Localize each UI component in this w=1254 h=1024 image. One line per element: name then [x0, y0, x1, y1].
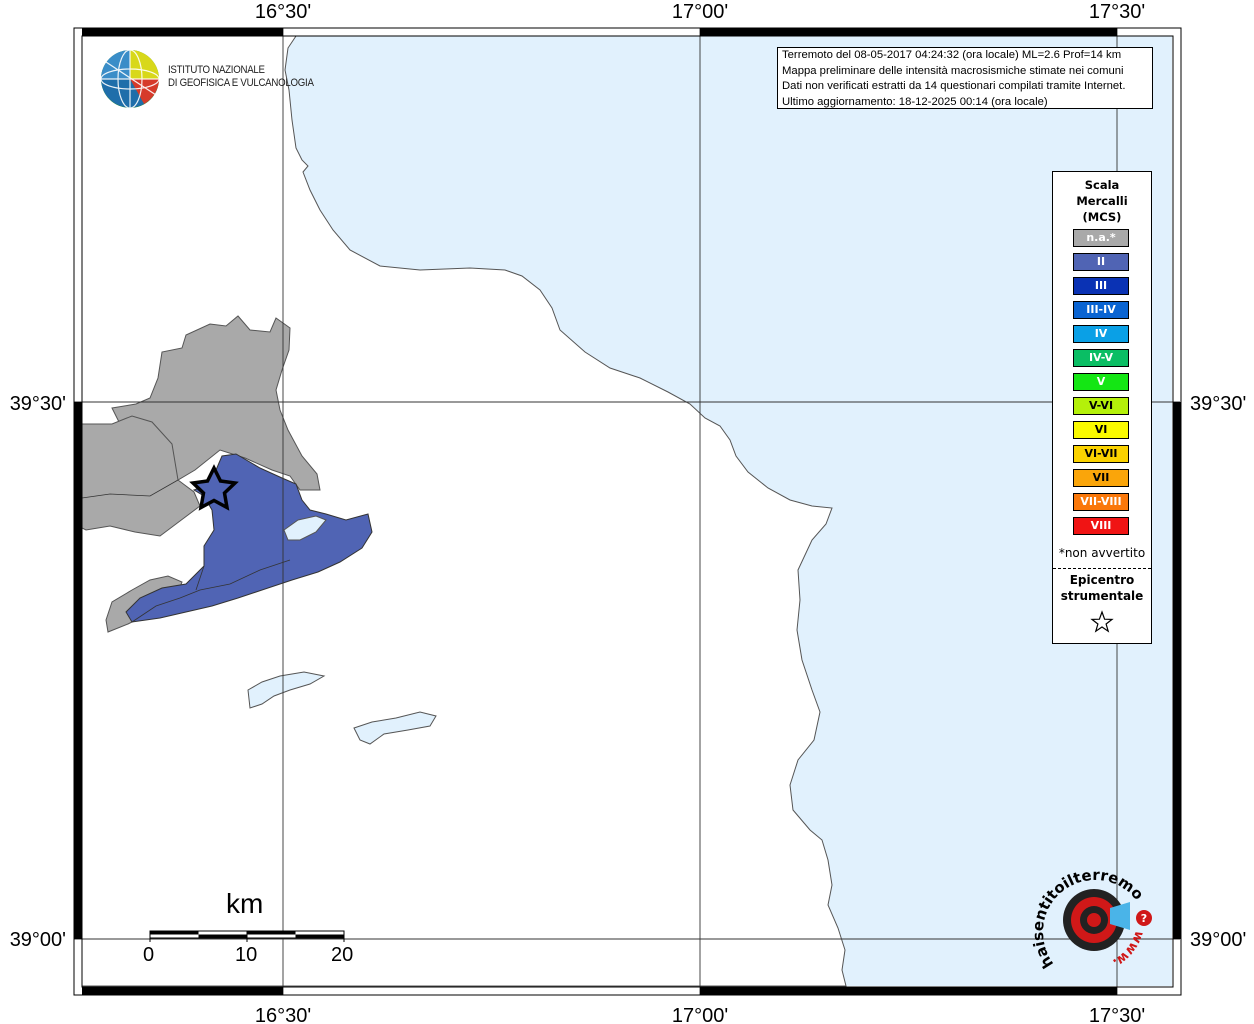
legend-item: V: [1073, 373, 1129, 391]
legend-epicentro-line-1: Epicentro: [1069, 573, 1135, 587]
lon-label-top-2: 17°00': [672, 1, 728, 23]
scale-label-20: 20: [331, 944, 354, 966]
legend-item: VI: [1073, 421, 1129, 439]
legend-item: II: [1073, 253, 1129, 271]
legend-item: n.a.*: [1073, 229, 1129, 247]
legend-separator: [1053, 568, 1151, 569]
event-info-line-3: Dati non verificati estratti da 14 quest…: [782, 80, 1126, 92]
event-info-line-4: Ultimo aggiornamento: 18-12-2025 00:14 (…: [782, 95, 1048, 108]
scale-unit: km: [226, 888, 264, 919]
svg-text:?: ?: [1141, 912, 1147, 925]
lat-label-right-1: 39°30': [1190, 393, 1246, 415]
legend-item: VII: [1073, 469, 1129, 487]
scale-label-0: 0: [143, 944, 155, 966]
legend-star-icon: [1090, 610, 1114, 633]
legend-item: VII-VIII: [1073, 493, 1129, 511]
event-info-line-1: Terremoto del 08-05-2017 04:24:32 (ora l…: [782, 49, 1122, 61]
legend-item: III: [1073, 277, 1129, 295]
lat-label-left-2: 39°00': [10, 929, 66, 951]
haisentito-logo-icon: haisentitoilterremoto.it www. ?: [1032, 858, 1152, 972]
legend-non-avvertito: *non avvertito: [1058, 546, 1146, 560]
lon-label-bottom-2: 17°00': [672, 1005, 728, 1024]
ingv-logo-icon: [100, 49, 160, 109]
legend-item: IV-V: [1073, 349, 1129, 367]
legend-title-line-2: Mercalli: [1076, 194, 1128, 208]
scale-label-10: 10: [235, 944, 258, 966]
ingv-logo-line-2: DI GEOFISICA E VULCANOLOGIA: [168, 77, 314, 89]
lat-label-left-1: 39°30': [10, 393, 66, 415]
legend-title: Scala Mercalli (MCS): [1053, 177, 1151, 225]
ingv-logo-text: ISTITUTO NAZIONALE DI GEOFISICA E VULCAN…: [168, 64, 314, 90]
legend-item: VIII: [1073, 517, 1129, 535]
legend-title-line-1: Scala: [1084, 178, 1120, 192]
legend-epicentro: Epicentro strumentale: [1053, 572, 1151, 604]
ingv-logo-line-1: ISTITUTO NAZIONALE: [168, 64, 265, 76]
lon-label-top-1: 16°30': [255, 1, 311, 23]
lon-label-top-3: 17°30': [1089, 1, 1145, 23]
mcs-legend: Scala Mercalli (MCS) n.a.* II III III-IV IV I…: [1052, 171, 1152, 644]
legend-items: n.a.* II III III-IV IV IV-V V V-VI VI VI-VII VII VI…: [1073, 229, 1129, 541]
legend-item: V-VI: [1073, 397, 1129, 415]
legend-epicentro-line-2: strumentale: [1060, 589, 1144, 603]
lat-label-right-2: 39°00': [1190, 929, 1246, 951]
legend-item: VI-VII: [1073, 445, 1129, 463]
event-info-line-2: Mappa preliminare delle intensità macros…: [782, 64, 1124, 77]
legend-item: IV: [1073, 325, 1129, 343]
legend-title-line-3: (MCS): [1082, 210, 1122, 224]
lon-label-bottom-1: 16°30': [255, 1005, 311, 1024]
legend-item: III-IV: [1073, 301, 1129, 319]
lon-label-bottom-3: 17°30': [1089, 1005, 1145, 1024]
event-info-box: Terremoto del 08-05-2017 04:24:32 (ora l…: [777, 47, 1153, 109]
